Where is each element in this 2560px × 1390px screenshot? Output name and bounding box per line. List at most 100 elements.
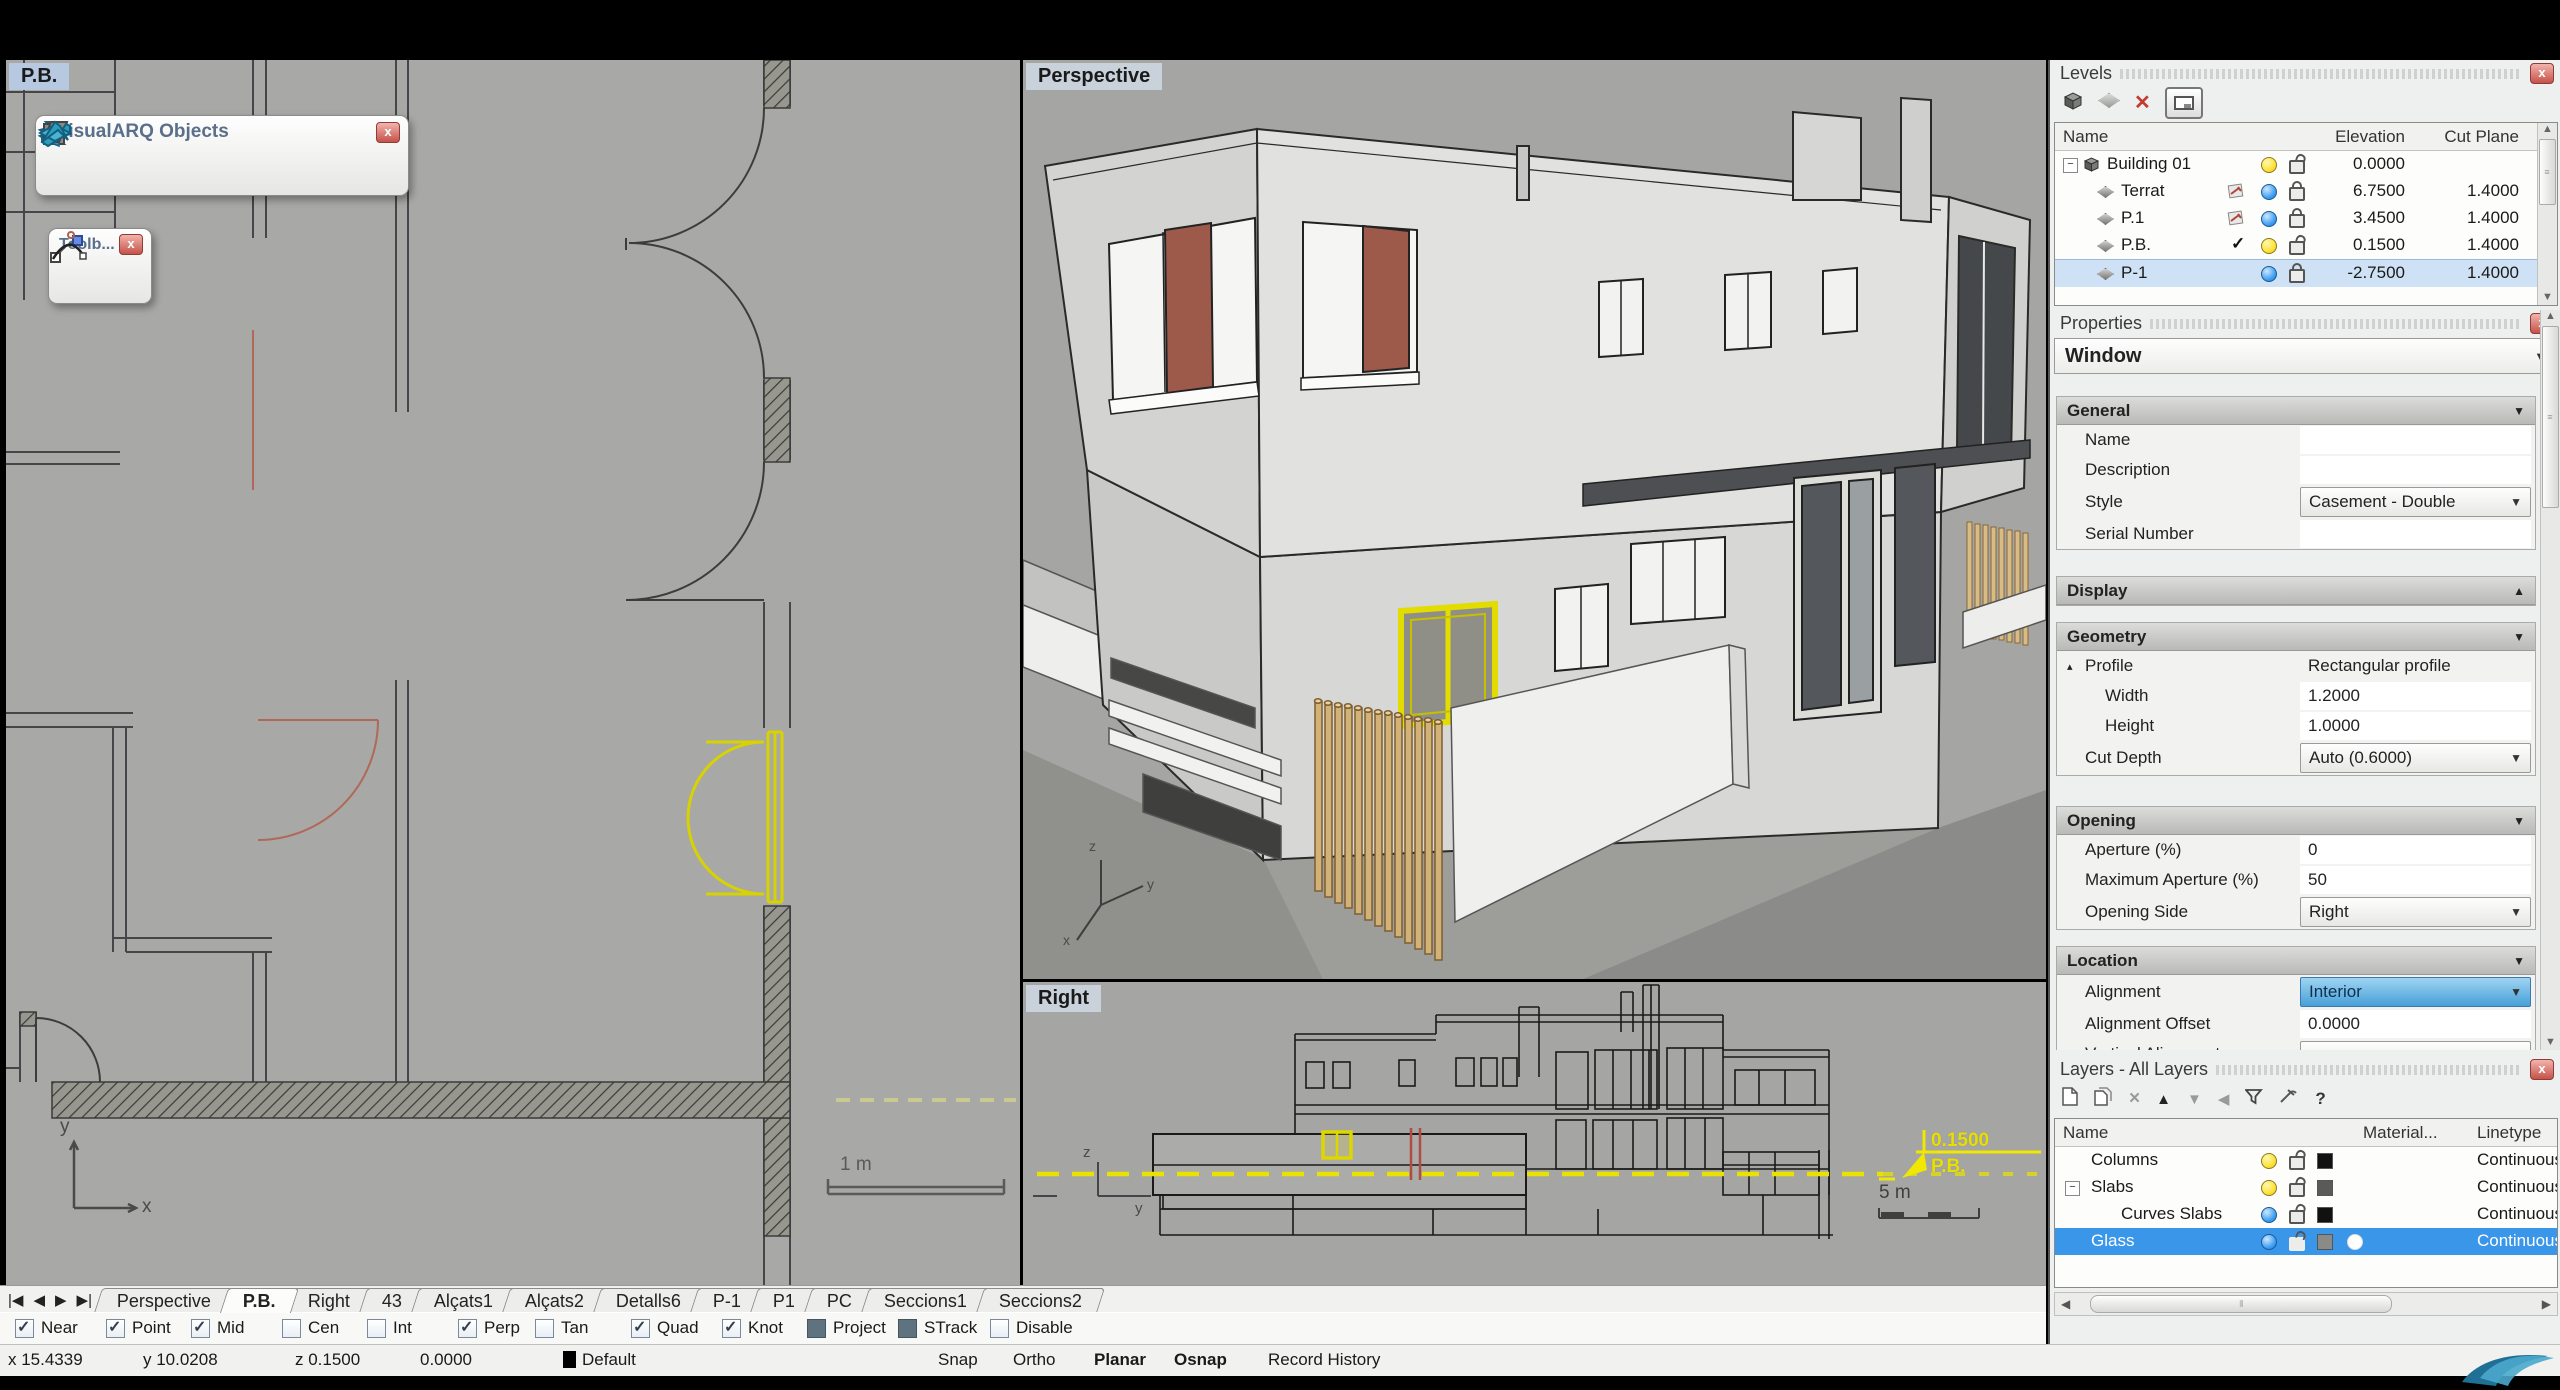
new-layer-icon[interactable] [2062, 1087, 2078, 1111]
levels-table-header[interactable]: Name Elevation Cut Plane [2055, 123, 2557, 151]
checkbox-icon[interactable] [807, 1319, 826, 1338]
ortho-toggle[interactable]: Ortho [1013, 1350, 1056, 1370]
level-row-p-1-selected[interactable]: P-1 -2.7500 1.4000 [2055, 259, 2557, 287]
move-up-icon[interactable]: ▲ [2156, 1092, 2171, 1107]
section-opening-header[interactable]: Opening ▼ [2057, 807, 2535, 835]
levels-scrollbar[interactable]: ▲≡▼ [2537, 123, 2557, 305]
layers-horizontal-scrollbar[interactable]: ◀ ⦀ ▶ [2054, 1292, 2558, 1316]
checkbox-icon[interactable] [898, 1319, 917, 1338]
close-icon[interactable]: x [2530, 63, 2554, 84]
close-icon[interactable]: x [119, 234, 143, 255]
osnap-near[interactable]: Near [15, 1318, 78, 1338]
scroll-up-icon[interactable]: ▲ [2545, 310, 2556, 322]
bulb-off-icon[interactable] [2261, 1207, 2277, 1223]
bulb-off-icon[interactable] [2261, 266, 2277, 282]
column-icon[interactable] [134, 149, 175, 187]
viewport-perspective[interactable]: Perspective z y x [1023, 60, 2046, 979]
scroll-thumb[interactable]: ≡ [2542, 326, 2559, 508]
bulb-on-icon[interactable] [2261, 157, 2277, 173]
first-tab-button[interactable]: |◀ [8, 1291, 23, 1309]
material-dot-icon[interactable] [2347, 1234, 2363, 1250]
col-elevation[interactable]: Elevation [2315, 127, 2405, 147]
checkbox-icon[interactable] [535, 1319, 554, 1338]
tab-pb[interactable]: P.B. [220, 1288, 299, 1313]
serial-input[interactable] [2300, 520, 2531, 548]
layer-color-swatch[interactable] [2317, 1180, 2333, 1196]
plan-view-icon[interactable] [2227, 183, 2245, 204]
roof-icon[interactable] [359, 149, 400, 187]
level-row-terrat[interactable]: Terrat 6.7500 1.4000 [2055, 178, 2557, 205]
level-row-building[interactable]: − Building 01 0.0000 [2055, 151, 2557, 178]
bulb-on-icon[interactable] [2261, 1153, 2277, 1169]
section-location-header[interactable]: Location ▼ [2057, 947, 2535, 975]
properties-scrollbar[interactable]: ▲ ≡ ▼ [2540, 310, 2560, 1050]
delete-layer-icon[interactable]: × [2129, 1088, 2140, 1110]
move-down-icon[interactable]: ▼ [2187, 1092, 2202, 1107]
scroll-thumb[interactable]: ⦀ [2090, 1295, 2392, 1313]
slab-icon[interactable] [314, 149, 355, 187]
viewport-plan[interactable]: P.B. y x 1 m VisualARQ Objects x [6, 60, 1020, 1285]
col-name[interactable]: Name [2063, 1123, 2108, 1143]
add-building-button[interactable] [2062, 90, 2084, 117]
visualarq-toolbar[interactable]: VisualARQ Objects x [35, 115, 409, 196]
checkbox-icon[interactable] [990, 1319, 1009, 1338]
tab-detalls6[interactable]: Detalls6 [593, 1288, 704, 1313]
opening-side-dropdown[interactable]: Right ▼ [2300, 897, 2531, 927]
bulb-off-icon[interactable] [2261, 211, 2277, 227]
bulb-on-icon[interactable] [2261, 238, 2277, 254]
height-input[interactable]: 1.0000 [2300, 712, 2531, 740]
col-name[interactable]: Name [2063, 127, 2108, 147]
name-input[interactable] [2300, 426, 2531, 454]
vertical-alignment-dropdown[interactable]: ▼ [2300, 1041, 2531, 1050]
osnap-perp[interactable]: Perp [458, 1318, 520, 1338]
checkbox-icon[interactable] [106, 1319, 125, 1338]
layer-linetype[interactable]: Continuous [2477, 1204, 2558, 1224]
osnap-project[interactable]: Project [807, 1318, 886, 1338]
osnap-toggle[interactable]: Osnap [1174, 1350, 1227, 1370]
delete-level-icon[interactable]: ✕ [2134, 93, 2151, 113]
current-layer[interactable]: Default [563, 1350, 636, 1370]
selected-window-plan[interactable] [688, 732, 782, 902]
plan-canvas[interactable] [6, 60, 1020, 1285]
tab-alcats1[interactable]: Alçats1 [411, 1288, 516, 1313]
tools-icon[interactable] [2279, 1088, 2299, 1110]
tab-perspective[interactable]: Perspective [94, 1288, 234, 1313]
locked-icon[interactable] [2289, 269, 2305, 283]
checkbox-icon[interactable] [191, 1319, 210, 1338]
perspective-canvas[interactable] [1023, 60, 2046, 979]
planar-toggle[interactable]: Planar [1094, 1350, 1146, 1370]
prev-tab-button[interactable]: ◀ [33, 1291, 45, 1309]
unlocked-icon[interactable] [2289, 241, 2305, 255]
alignment-offset-input[interactable]: 0.0000 [2300, 1010, 2531, 1038]
layers-table-header[interactable]: Name Material... Linetype [2055, 1119, 2557, 1147]
beam-icon[interactable] [89, 149, 130, 187]
elevation-canvas[interactable] [1023, 982, 2046, 1285]
bulb-off-icon[interactable] [2261, 184, 2277, 200]
collapse-icon[interactable]: − [2065, 1181, 2080, 1196]
checkbox-icon[interactable] [458, 1319, 477, 1338]
unlocked-icon[interactable] [2289, 160, 2305, 174]
toolb-toolbar[interactable]: Toolb... x [48, 228, 152, 304]
viewport-right-elevation[interactable]: Right 0.1500 P.B. 5 m z y [1023, 982, 2046, 1285]
panel-grip[interactable] [2216, 1065, 2522, 1075]
move-left-icon[interactable]: ◀ [2218, 1092, 2230, 1107]
aperture-input[interactable]: 0 [2300, 836, 2531, 864]
collapse-icon[interactable]: − [2063, 158, 2078, 173]
width-input[interactable]: 1.2000 [2300, 682, 2531, 710]
plan-view-icon[interactable] [2227, 210, 2245, 231]
next-tab-button[interactable]: ▶ [55, 1291, 67, 1309]
tab-alcats2[interactable]: Alçats2 [502, 1288, 607, 1313]
layer-color-swatch[interactable] [2317, 1153, 2333, 1169]
unlocked-icon[interactable] [2289, 1156, 2305, 1170]
scroll-down-icon[interactable]: ▼ [2542, 291, 2553, 303]
perspective-viewport-title[interactable]: Perspective [1026, 63, 1162, 90]
checkbox-icon[interactable] [367, 1319, 386, 1338]
unlocked-icon[interactable] [2289, 1210, 2305, 1224]
layer-color-swatch[interactable] [2317, 1234, 2333, 1250]
scroll-right-icon[interactable]: ▶ [2542, 1297, 2551, 1311]
window-icon[interactable] [224, 149, 265, 187]
osnap-strack[interactable]: STrack [898, 1318, 977, 1338]
levels-panel-titlebar[interactable]: Levels x [2050, 60, 2560, 87]
close-icon[interactable]: x [2530, 1059, 2554, 1080]
osnap-cen[interactable]: Cen [282, 1318, 339, 1338]
